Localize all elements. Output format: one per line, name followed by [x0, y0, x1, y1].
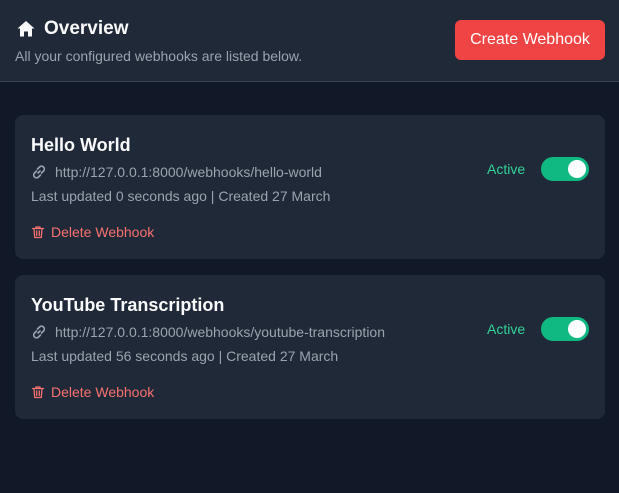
title-row: Overview	[16, 18, 129, 40]
webhook-url: http://127.0.0.1:8000/webhooks/hello-wor…	[55, 164, 322, 180]
webhook-url: http://127.0.0.1:8000/webhooks/youtube-t…	[55, 324, 385, 340]
webhook-card: Hello World http://127.0.0.1:8000/webhoo…	[15, 115, 605, 259]
delete-webhook-button[interactable]: Delete Webhook	[31, 384, 154, 400]
link-icon	[32, 165, 46, 179]
status-label: Active	[487, 161, 526, 177]
home-icon	[17, 21, 35, 37]
status-label: Active	[487, 321, 526, 337]
delete-webhook-button[interactable]: Delete Webhook	[31, 224, 154, 240]
webhook-meta: Last updated 0 seconds ago | Created 27 …	[31, 188, 331, 204]
page-title: Overview	[44, 18, 129, 39]
webhook-url-row: http://127.0.0.1:8000/webhooks/hello-wor…	[31, 164, 322, 180]
webhook-card: YouTube Transcription http://127.0.0.1:8…	[15, 275, 605, 419]
active-toggle[interactable]	[541, 157, 589, 181]
link-icon	[32, 325, 46, 339]
webhook-meta: Last updated 56 seconds ago | Created 27…	[31, 348, 339, 364]
delete-webhook-label: Delete Webhook	[51, 384, 155, 400]
page-header: Overview All your configured webhooks ar…	[0, 0, 619, 82]
webhook-name: YouTube Transcription	[31, 295, 225, 315]
webhook-name: Hello World	[31, 135, 131, 155]
create-webhook-button[interactable]: Create Webhook	[455, 20, 605, 60]
trash-icon	[31, 386, 45, 399]
trash-icon	[31, 226, 45, 239]
webhook-url-row: http://127.0.0.1:8000/webhooks/youtube-t…	[31, 324, 385, 340]
active-toggle[interactable]	[541, 317, 589, 341]
toggle-knob	[568, 160, 586, 178]
toggle-knob	[568, 320, 586, 338]
delete-webhook-label: Delete Webhook	[51, 224, 155, 240]
page-subtitle: All your configured webhooks are listed …	[15, 48, 303, 64]
